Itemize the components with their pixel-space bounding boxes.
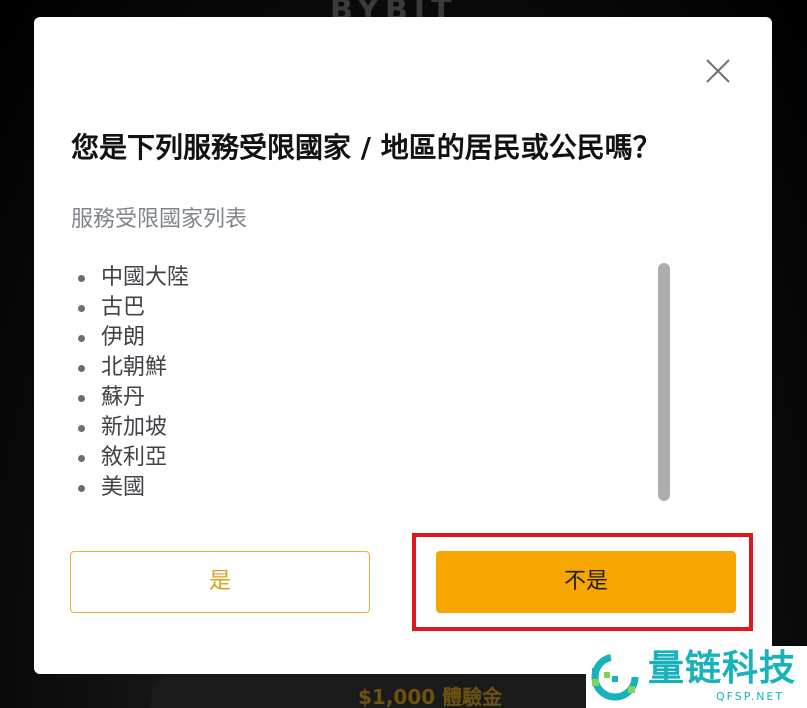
qfsp-logo-icon xyxy=(591,653,639,701)
restricted-list-heading: 服務受限國家列表 xyxy=(71,207,248,232)
country-list-item: 美國 xyxy=(71,473,671,503)
no-button[interactable]: 不是 xyxy=(436,551,736,613)
country-list[interactable]: 中國大陸古巴伊朗北朝鮮蘇丹新加坡敘利亞美國 xyxy=(71,263,671,503)
watermark-subtext: QFSP.NET xyxy=(716,690,785,703)
list-scrollbar[interactable] xyxy=(658,263,670,501)
country-name: 中國大陸 xyxy=(101,265,190,290)
restricted-country-dialog: 您是下列服務受限國家 / 地區的居民或公民嗎？ 服務受限國家列表 中國大陸古巴伊… xyxy=(34,17,772,674)
country-list-item: 古巴 xyxy=(71,293,671,323)
yes-button[interactable]: 是 xyxy=(70,551,370,613)
country-name: 伊朗 xyxy=(101,325,146,350)
country-name: 新加坡 xyxy=(101,415,168,440)
country-name: 蘇丹 xyxy=(101,385,146,410)
country-name: 美國 xyxy=(101,475,146,500)
bullet-icon xyxy=(78,425,85,432)
country-list-item: 中國大陸 xyxy=(71,263,671,293)
country-list-item: 伊朗 xyxy=(71,323,671,353)
country-list-item: 北朝鮮 xyxy=(71,353,671,383)
watermark-text: 量链科技 xyxy=(648,648,797,689)
country-name: 古巴 xyxy=(101,295,146,320)
dialog-title: 您是下列服務受限國家 / 地區的居民或公民嗎？ xyxy=(71,131,661,164)
bullet-icon xyxy=(78,335,85,342)
country-list-item: 蘇丹 xyxy=(71,383,671,413)
country-list-item: 新加坡 xyxy=(71,413,671,443)
background-promo-text: $1,000 體驗金 xyxy=(358,686,503,708)
bullet-icon xyxy=(78,305,85,312)
bullet-icon xyxy=(78,275,85,282)
close-icon[interactable] xyxy=(704,57,732,85)
bullet-icon xyxy=(78,455,85,462)
country-name: 敘利亞 xyxy=(101,445,168,470)
country-name: 北朝鮮 xyxy=(101,355,168,380)
bullet-icon xyxy=(78,485,85,492)
watermark: 量链科技 QFSP.NET xyxy=(586,646,807,708)
country-list-item: 敘利亞 xyxy=(71,443,671,473)
bullet-icon xyxy=(78,395,85,402)
bullet-icon xyxy=(78,365,85,372)
